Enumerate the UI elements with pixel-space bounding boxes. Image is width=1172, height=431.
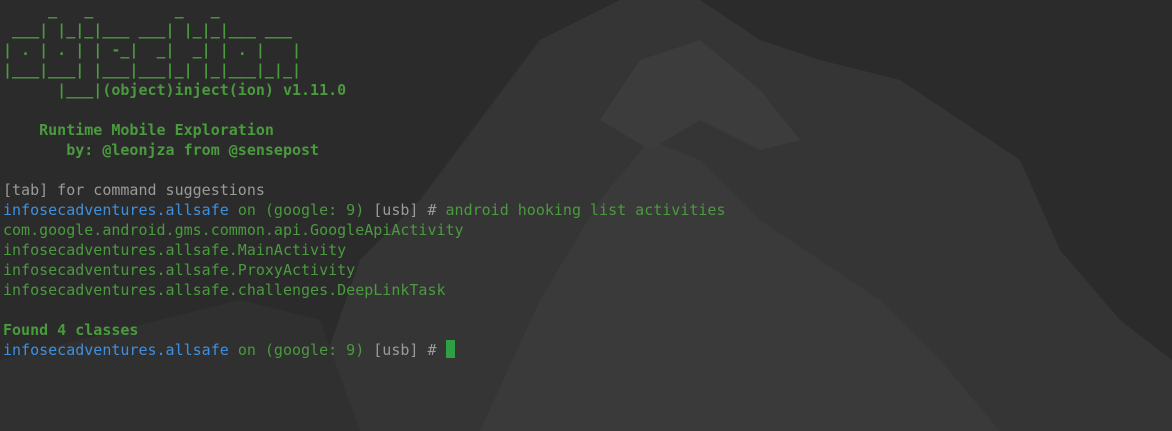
prompt-package: infosecadventures.allsafe — [3, 201, 229, 219]
prompt-on: on — [237, 201, 256, 219]
text-cursor[interactable] — [445, 340, 455, 358]
prompt-package: infosecadventures.allsafe — [3, 341, 229, 359]
hint-line: [tab] for command suggestions — [3, 181, 265, 199]
output-line: infosecadventures.allsafe.MainActivity — [3, 241, 347, 259]
output-line: infosecadventures.allsafe.challenges.Dee… — [3, 281, 446, 299]
summary-line: Found 4 classes — [3, 321, 139, 339]
terminal-window[interactable]: _ _ _ _ ___| |_|_|___ ___| |_|_|___ ___ … — [0, 0, 1172, 431]
output-line: infosecadventures.allsafe.ProxyActivity — [3, 261, 356, 279]
prompt-transport: [usb] — [373, 201, 419, 219]
banner-line: ___| |_|_|___ ___| |_|_|___ ___ — [3, 21, 292, 39]
prompt-hash: # — [427, 341, 437, 359]
banner-byline: by: @leonjza from @sensepost — [3, 141, 320, 159]
prompt-device: (google: 9) — [264, 201, 365, 219]
prompt-command-line: infosecadventures.allsafe on (google: 9)… — [3, 200, 726, 220]
prompt-transport: [usb] — [373, 341, 419, 359]
prompt-device: (google: 9) — [264, 341, 365, 359]
banner-line: | . | . | | -_| _| _| | . | | — [3, 41, 302, 59]
banner-line: |___|___| |___|___|_| |_|___|_|_| — [3, 61, 302, 79]
output-line: com.google.android.gms.common.api.Google… — [3, 221, 464, 239]
prompt-on: on — [237, 341, 256, 359]
prompt-hash: # — [427, 201, 437, 219]
entered-command: android hooking list activities — [445, 201, 726, 219]
terminal-output[interactable]: _ _ _ _ ___| |_|_|___ ___| |_|_|___ ___ … — [3, 0, 726, 360]
banner-version-line: |___|(object)inject(ion) v1.11.0 — [3, 81, 347, 99]
prompt-input-line[interactable]: infosecadventures.allsafe on (google: 9)… — [3, 340, 726, 360]
banner-line: _ _ _ _ — [3, 1, 220, 19]
banner-subtitle: Runtime Mobile Exploration — [3, 121, 274, 139]
